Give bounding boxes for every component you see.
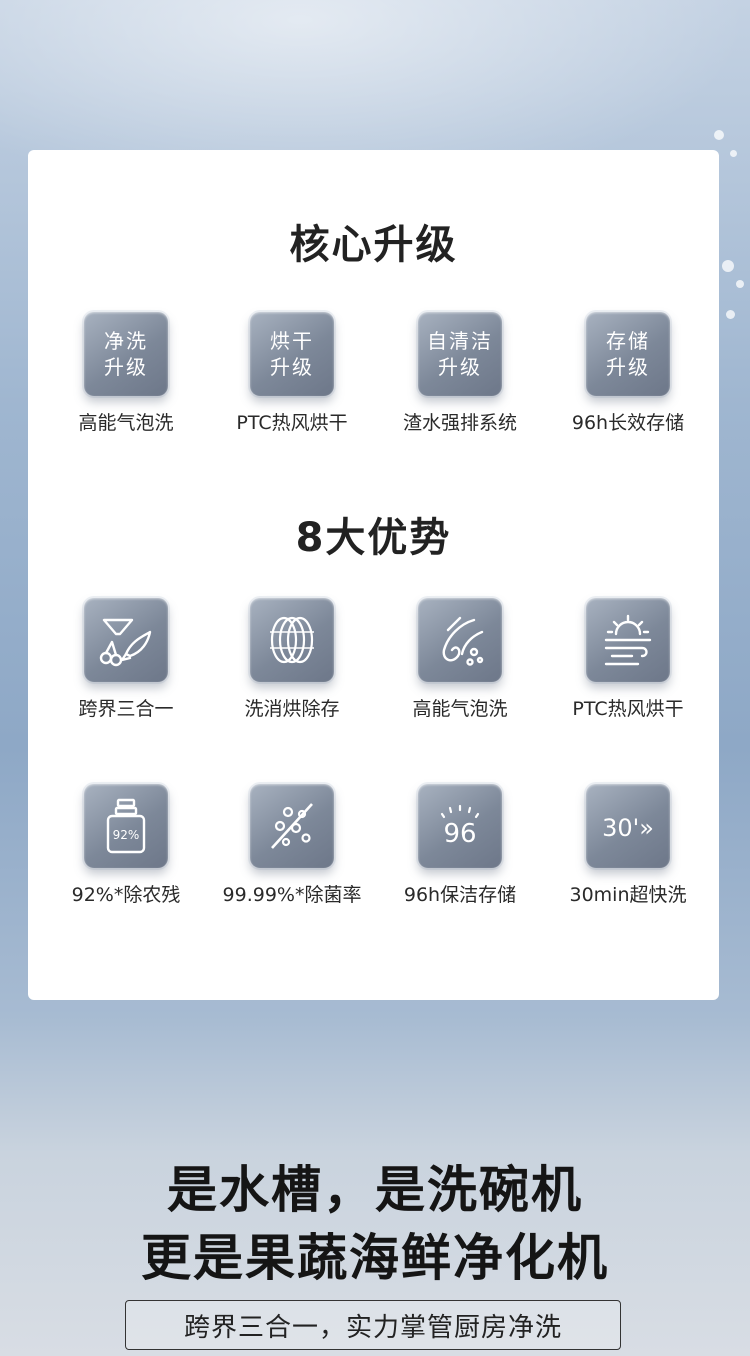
advantage-label: 30min超快洗	[569, 884, 687, 906]
core-upgrade-label: 96h长效存储	[571, 412, 685, 434]
svg-text:96: 96	[443, 819, 476, 849]
advantage-label: 99.99%*除菌率	[222, 884, 362, 906]
advantage-label: 跨界三合一	[78, 698, 174, 720]
headline-line-1: 是水槽，是洗碗机	[167, 1161, 583, 1219]
core-upgrade-item: 净洗 升级 高能气泡洗	[41, 312, 211, 452]
pesticide-bottle-icon: 92%	[84, 784, 168, 868]
core-upgrade-label: 高能气泡洗	[78, 412, 174, 434]
advantage-item: 高能气泡洗	[375, 598, 545, 738]
wash-upgrade-badge: 净洗 升级	[84, 312, 168, 396]
advantages-row-2: 92% 92%*除农残 99.99%*除菌率 96 96h保洁存储 30'» 3…	[28, 784, 719, 924]
feature-card: 核心升级 净洗 升级 高能气泡洗 烘干 升级 PTC热风烘干 自清洁 升级 渣水…	[28, 150, 719, 1000]
advantages-row-1: 跨界三合一 洗消烘除存 高能气泡洗 PTC热风烘干	[28, 598, 719, 738]
storage-upgrade-badge: 存储 升级	[586, 312, 670, 396]
advantage-item: 92% 92%*除农残	[41, 784, 211, 924]
advantage-label: 高能气泡洗	[412, 698, 508, 720]
advantage-item: PTC热风烘干	[543, 598, 713, 738]
core-upgrade-row: 净洗 升级 高能气泡洗 烘干 升级 PTC热风烘干 自清洁 升级 渣水强排系统 …	[28, 312, 719, 452]
rings-icon	[250, 598, 334, 682]
advantages-title: 8大优势	[295, 515, 452, 561]
core-upgrade-title: 核心升级	[289, 222, 458, 268]
dry-upgrade-badge: 烘干 升级	[250, 312, 334, 396]
advantage-label: PTC热风烘干	[572, 698, 684, 720]
core-upgrade-label: 渣水强排系统	[402, 412, 517, 434]
fish-cherry-icon	[84, 598, 168, 682]
advantage-label: 92%*除农残	[71, 884, 181, 906]
core-upgrade-item: 存储 升级 96h长效存储	[543, 312, 713, 452]
core-upgrade-item: 自清洁 升级 渣水强排系统	[375, 312, 545, 452]
bubble-wash-icon	[418, 598, 502, 682]
advantage-item: 30'» 30min超快洗	[543, 784, 713, 924]
timer-30-icon: 30'»	[586, 784, 670, 868]
no-bacteria-icon	[250, 784, 334, 868]
svg-text:30'»: 30'»	[602, 814, 654, 842]
headline-line-2: 更是果蔬海鲜净化机	[141, 1229, 609, 1287]
advantage-label: 96h保洁存储	[403, 884, 517, 906]
core-upgrade-label: PTC热风烘干	[236, 412, 348, 434]
advantage-label: 洗消烘除存	[244, 698, 340, 720]
sun-wind-icon	[586, 598, 670, 682]
svg-text:92%: 92%	[113, 828, 140, 842]
advantage-item: 96 96h保洁存储	[375, 784, 545, 924]
storage-96-icon: 96	[418, 784, 502, 868]
core-upgrade-item: 烘干 升级 PTC热风烘干	[207, 312, 377, 452]
advantage-item: 99.99%*除菌率	[207, 784, 377, 924]
self-clean-upgrade-badge: 自清洁 升级	[418, 312, 502, 396]
tagline-box: 跨界三合一，实力掌管厨房净洗	[125, 1300, 621, 1350]
advantage-item: 跨界三合一	[41, 598, 211, 738]
advantage-item: 洗消烘除存	[207, 598, 377, 738]
